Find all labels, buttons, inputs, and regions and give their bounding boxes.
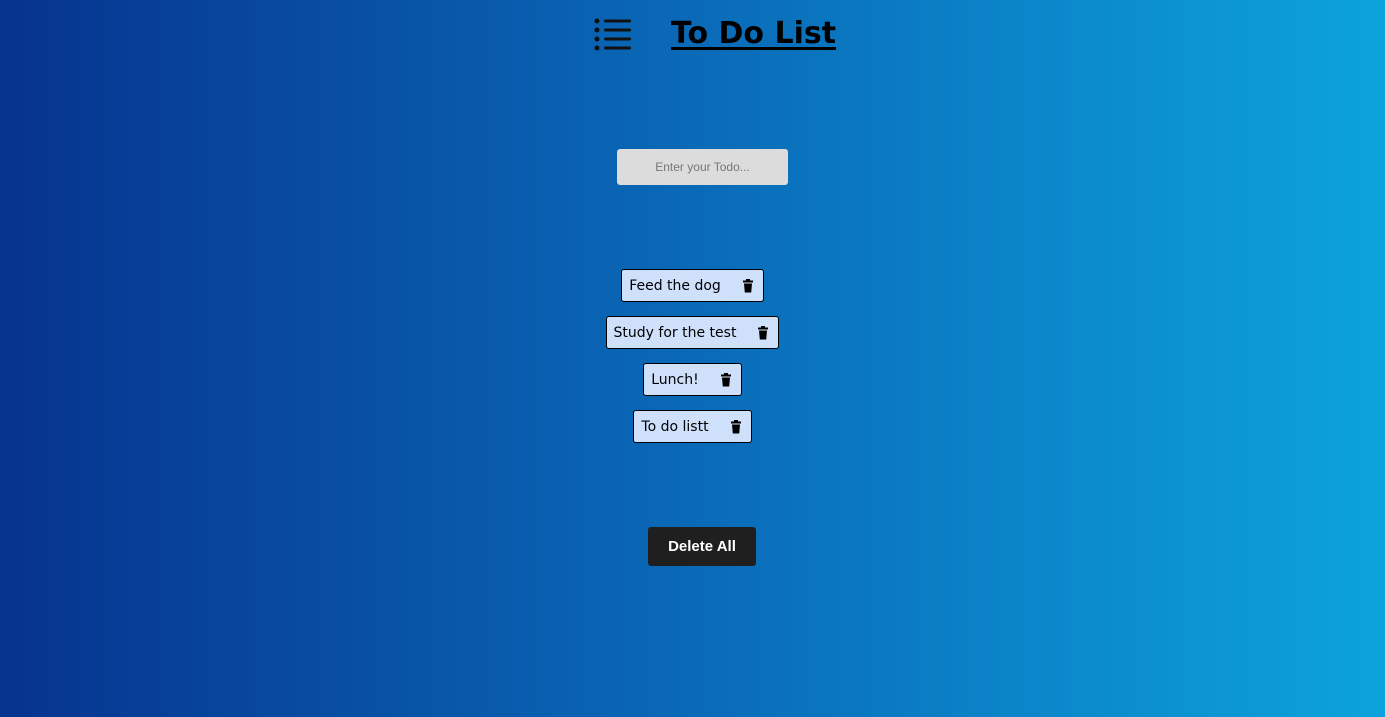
app-header: To Do List bbox=[0, 14, 1385, 58]
trash-icon[interactable] bbox=[719, 372, 733, 387]
todo-text: Study for the test bbox=[613, 324, 737, 341]
trash-icon[interactable] bbox=[729, 419, 743, 434]
todo-item: Study for the test bbox=[605, 316, 780, 349]
todo-item: Lunch! bbox=[643, 363, 742, 396]
todo-text: Lunch! bbox=[651, 371, 699, 388]
todo-item: Feed the dog bbox=[621, 269, 764, 302]
list-icon[interactable] bbox=[593, 18, 633, 52]
todo-item: To do listt bbox=[633, 410, 752, 443]
todo-text: To do listt bbox=[641, 418, 709, 435]
todo-input[interactable] bbox=[617, 149, 788, 185]
delete-all-button[interactable]: Delete All bbox=[648, 527, 756, 566]
page-title: To Do List bbox=[671, 16, 837, 51]
todo-list: Feed the dog Study for the test Lunch! T… bbox=[0, 269, 1385, 443]
todo-text: Feed the dog bbox=[629, 277, 721, 294]
trash-icon[interactable] bbox=[756, 325, 770, 340]
trash-icon[interactable] bbox=[741, 278, 755, 293]
